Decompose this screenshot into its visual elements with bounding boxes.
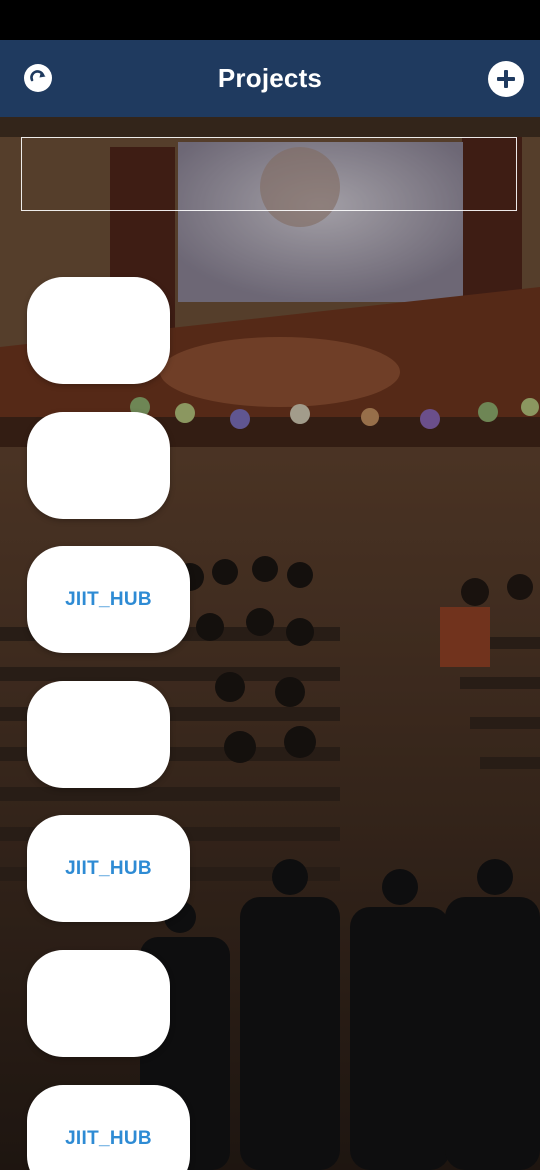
project-label: JIIT_HUB (65, 1127, 152, 1149)
project-card[interactable] (27, 681, 170, 788)
refresh-button[interactable] (24, 64, 52, 92)
plus-icon (497, 70, 515, 88)
screen: Projects JIIT_HUB JIIT_HUB JIIT_HUB (0, 0, 540, 1170)
project-label: JIIT_HUB (65, 588, 152, 610)
add-project-button[interactable] (488, 61, 524, 97)
project-card[interactable] (27, 412, 170, 519)
app-bar: Projects (0, 40, 540, 117)
refresh-icon (30, 70, 46, 82)
project-label: JIIT_HUB (65, 857, 152, 879)
page-title: Projects (217, 63, 323, 93)
status-bar (0, 0, 540, 40)
search-input[interactable] (21, 137, 517, 211)
project-card[interactable] (27, 950, 170, 1057)
project-card[interactable]: JIIT_HUB (27, 815, 190, 922)
project-card[interactable]: JIIT_HUB (27, 1085, 190, 1170)
project-card[interactable] (27, 277, 170, 384)
project-card[interactable]: JIIT_HUB (27, 546, 190, 653)
